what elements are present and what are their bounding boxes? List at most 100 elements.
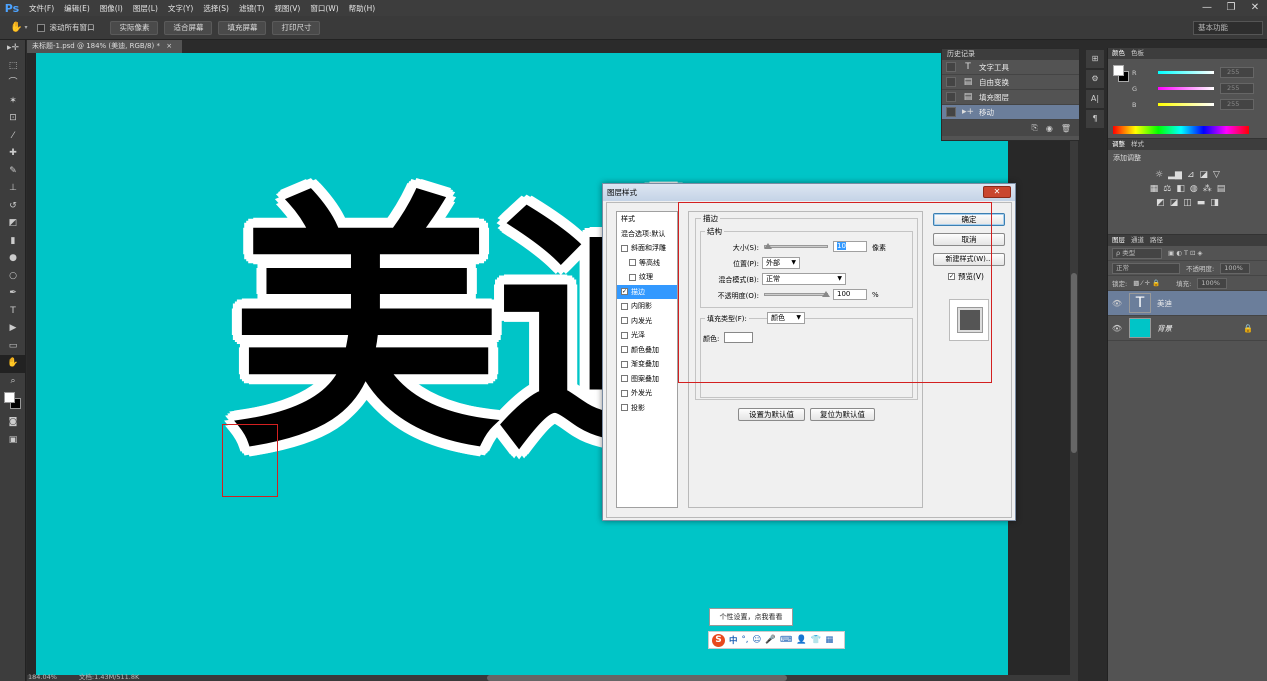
foreground-color-swatch[interactable]	[4, 392, 15, 403]
green-slider[interactable]	[1158, 87, 1214, 90]
style-checkbox[interactable]	[621, 404, 628, 412]
channel-mixer-icon[interactable]: ⁂	[1203, 184, 1212, 194]
zoom-tool-icon[interactable]: ⌕	[0, 373, 26, 391]
style-checkbox[interactable]	[621, 375, 628, 383]
color-balance-icon[interactable]: ⚖	[1163, 184, 1171, 194]
invert-icon[interactable]: ◩	[1156, 198, 1165, 208]
style-list-item[interactable]: 外发光	[617, 386, 677, 401]
emoji-icon[interactable]: ☺	[752, 635, 761, 645]
menu-filter[interactable]: 滤镜(T)	[234, 3, 269, 14]
gradient-tool-icon[interactable]: ▮	[0, 233, 26, 251]
move-tool-icon[interactable]: ▸✛	[0, 40, 26, 58]
color-spectrum[interactable]	[1113, 126, 1249, 134]
fill-screen-button[interactable]: 填充屏幕	[218, 20, 267, 35]
style-list-item[interactable]: 光泽	[617, 328, 677, 343]
marquee-tool-icon[interactable]: ⬚	[0, 58, 26, 76]
hue-saturation-icon[interactable]: ▦	[1150, 184, 1159, 194]
history-item-selected[interactable]: ▸+ 移动	[942, 105, 1079, 120]
style-list-item[interactable]: 投影	[617, 401, 677, 416]
gradient-map-icon[interactable]: ▬	[1197, 198, 1206, 208]
layer-row[interactable]: 👁 T 美迪	[1108, 291, 1267, 316]
opacity-input[interactable]: 100	[833, 289, 867, 300]
hand-tool-icon[interactable]: ✋	[0, 355, 26, 373]
posterize-icon[interactable]: ◪	[1170, 198, 1179, 208]
hand-tool-icon[interactable]: ✋	[10, 22, 22, 33]
red-value[interactable]: 255	[1220, 67, 1254, 78]
trash-icon[interactable]: 🗑	[1061, 124, 1071, 133]
history-item[interactable]: ▤ 自由变换	[942, 75, 1079, 90]
pen-tool-icon[interactable]: ✒	[0, 285, 26, 303]
close-button[interactable]: ✕	[1243, 0, 1267, 16]
history-item[interactable]: ▤ 填充图层	[942, 90, 1079, 105]
document-tab[interactable]: 未标题-1.psd @ 184% (美迪, RGB/8) * ×	[27, 40, 182, 53]
eye-icon[interactable]: 👁	[1110, 324, 1124, 333]
paragraph-panel-icon[interactable]: ¶	[1086, 110, 1104, 128]
dialog-close-button[interactable]: ✕	[983, 186, 1011, 198]
tool-preset-dropdown-icon[interactable]: ▾	[24, 24, 27, 31]
quick-mask-icon[interactable]: ◙	[0, 414, 26, 432]
horizontal-scrollbar-thumb[interactable]	[487, 675, 787, 681]
red-slider[interactable]	[1158, 71, 1214, 74]
blue-slider[interactable]	[1158, 103, 1214, 106]
menu-select[interactable]: 选择(S)	[198, 3, 234, 14]
layer-kind-select[interactable]: ρ 类型	[1112, 247, 1162, 259]
set-default-button[interactable]: 设置为默认值	[738, 408, 805, 421]
minimize-button[interactable]: —	[1195, 0, 1219, 16]
style-list-item[interactable]: 渐变叠加	[617, 357, 677, 372]
curves-icon[interactable]: ⊿	[1187, 170, 1195, 180]
new-document-from-state-icon[interactable]: ⎘	[1031, 123, 1037, 133]
layer-name[interactable]: 背景	[1157, 323, 1172, 334]
history-snapshot-box[interactable]	[946, 77, 956, 87]
history-panel-tab[interactable]: 历史记录	[942, 49, 1079, 60]
menu-layer[interactable]: 图层(L)	[128, 3, 163, 14]
screen-mode-icon[interactable]: ▣	[0, 432, 26, 450]
style-list-item[interactable]: 内发光	[617, 314, 677, 329]
clone-stamp-tool-icon[interactable]: ⊥	[0, 180, 26, 198]
character-panel-icon[interactable]: A|	[1086, 90, 1104, 108]
style-checkbox[interactable]	[621, 389, 628, 397]
tab-close-icon[interactable]: ×	[166, 42, 172, 50]
rectangle-tool-icon[interactable]: ▭	[0, 338, 26, 356]
print-size-button[interactable]: 打印尺寸	[272, 20, 321, 35]
type-tool-icon[interactable]: T	[0, 303, 26, 321]
menu-help[interactable]: 帮助(H)	[344, 3, 381, 14]
history-brush-tool-icon[interactable]: ↺	[0, 198, 26, 216]
toolbox-icon[interactable]: ▦	[825, 635, 833, 645]
camera-icon[interactable]: ◉	[1046, 124, 1053, 133]
style-list-item[interactable]: 颜色叠加	[617, 343, 677, 358]
opacity-slider-track[interactable]	[764, 293, 828, 296]
history-snapshot-box[interactable]	[946, 107, 956, 117]
style-checkbox[interactable]	[621, 346, 628, 354]
history-panel-icon[interactable]: ⊞	[1086, 50, 1104, 68]
scroll-all-windows-checkbox[interactable]	[37, 23, 46, 32]
photo-filter-icon[interactable]: ◍	[1190, 184, 1198, 194]
style-list-item[interactable]: 等高线	[617, 256, 677, 271]
style-list-item[interactable]: 样式	[617, 212, 677, 227]
user-icon[interactable]: 👤	[796, 635, 807, 645]
blue-value[interactable]: 255	[1220, 99, 1254, 110]
brush-tool-icon[interactable]: ✎	[0, 163, 26, 181]
style-checkbox[interactable]: ✓	[621, 288, 628, 296]
menu-file[interactable]: 文件(F)	[24, 3, 59, 14]
zoom-level[interactable]: 184.04%	[28, 673, 57, 681]
vibrance-icon[interactable]: ▽	[1213, 170, 1220, 180]
position-select[interactable]: 外部 ▼	[762, 257, 800, 269]
actions-panel-icon[interactable]: ⚙	[1086, 70, 1104, 88]
opacity-slider-knob[interactable]	[822, 291, 830, 297]
path-selection-tool-icon[interactable]: ▶	[0, 320, 26, 338]
history-snapshot-box[interactable]	[946, 92, 956, 102]
vertical-scrollbar-thumb[interactable]	[1071, 273, 1077, 453]
tab-channels[interactable]: 通道	[1131, 235, 1144, 246]
eye-icon[interactable]: 👁	[1110, 299, 1124, 308]
style-checkbox[interactable]	[621, 331, 628, 339]
eyedropper-tool-icon[interactable]: ⁄	[0, 128, 26, 146]
preview-option[interactable]: ✓ 预览(V)	[948, 271, 984, 282]
tab-layers[interactable]: 图层	[1112, 235, 1125, 246]
style-checkbox[interactable]	[621, 244, 628, 252]
microphone-icon[interactable]: 🎤	[765, 635, 776, 645]
crop-tool-icon[interactable]: ⊡	[0, 110, 26, 128]
cancel-button[interactable]: 取消	[933, 233, 1005, 246]
fit-screen-button[interactable]: 适合屏幕	[164, 20, 213, 35]
preview-checkbox[interactable]: ✓	[948, 273, 955, 280]
blend-mode-select[interactable]: 正常 ▼	[762, 273, 846, 285]
